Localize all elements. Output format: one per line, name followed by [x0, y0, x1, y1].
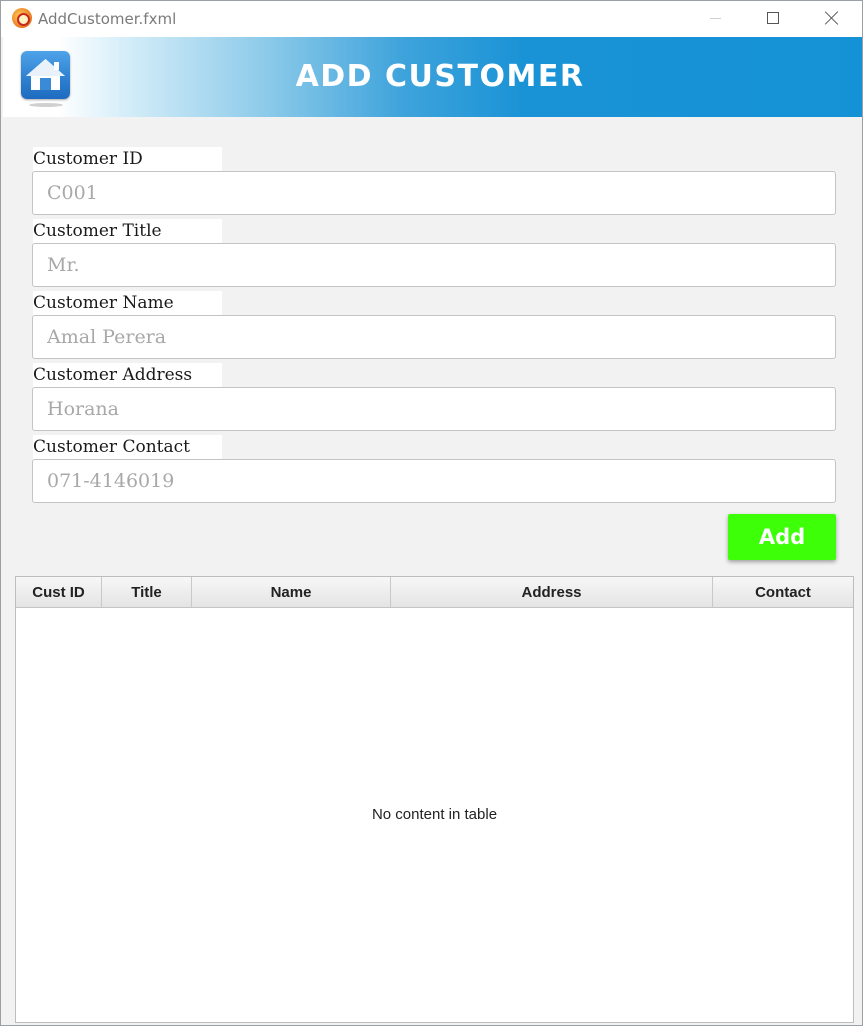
- customer-title-label: Customer Title: [33, 219, 222, 243]
- column-header-name[interactable]: Name: [192, 577, 391, 607]
- home-button[interactable]: [21, 51, 71, 107]
- column-header-address[interactable]: Address: [391, 577, 713, 607]
- page-title: ADD CUSTOMER: [295, 59, 585, 94]
- home-tile: [21, 51, 70, 99]
- maximize-icon: [767, 12, 779, 24]
- maximize-button[interactable]: [744, 1, 802, 35]
- customer-address-label: Customer Address: [33, 363, 222, 387]
- minimize-icon: [709, 17, 721, 19]
- column-header-title[interactable]: Title: [102, 577, 192, 607]
- app-window: AddCustomer.fxml ADD CUSTOMER Customer I…: [0, 0, 863, 1026]
- customer-contact-label: Customer Contact: [33, 435, 222, 459]
- close-button[interactable]: [803, 1, 861, 35]
- window-title: AddCustomer.fxml: [38, 10, 177, 28]
- header-banner: ADD CUSTOMER: [3, 37, 862, 117]
- app-icon: [12, 8, 32, 28]
- column-header-cust-id[interactable]: Cust ID: [16, 577, 102, 607]
- table-empty-placeholder: No content in table: [371, 806, 498, 823]
- customer-name-input[interactable]: [32, 315, 836, 359]
- minimize-button[interactable]: [686, 1, 744, 35]
- customer-id-label: Customer ID: [33, 147, 222, 171]
- customer-contact-input[interactable]: [32, 459, 836, 503]
- column-header-contact[interactable]: Contact: [713, 577, 853, 607]
- close-icon: [825, 11, 839, 25]
- title-bar: AddCustomer.fxml: [1, 1, 862, 37]
- customer-title-input[interactable]: [32, 243, 836, 287]
- add-button[interactable]: Add: [728, 514, 836, 560]
- customer-name-label: Customer Name: [33, 291, 222, 315]
- customer-table[interactable]: Cust ID Title Name Address Contact No co…: [15, 576, 854, 1023]
- customer-id-input[interactable]: [32, 171, 836, 215]
- home-icon: [26, 59, 65, 90]
- home-shadow: [29, 103, 63, 107]
- table-header: Cust ID Title Name Address Contact: [16, 577, 853, 608]
- customer-address-input[interactable]: [32, 387, 836, 431]
